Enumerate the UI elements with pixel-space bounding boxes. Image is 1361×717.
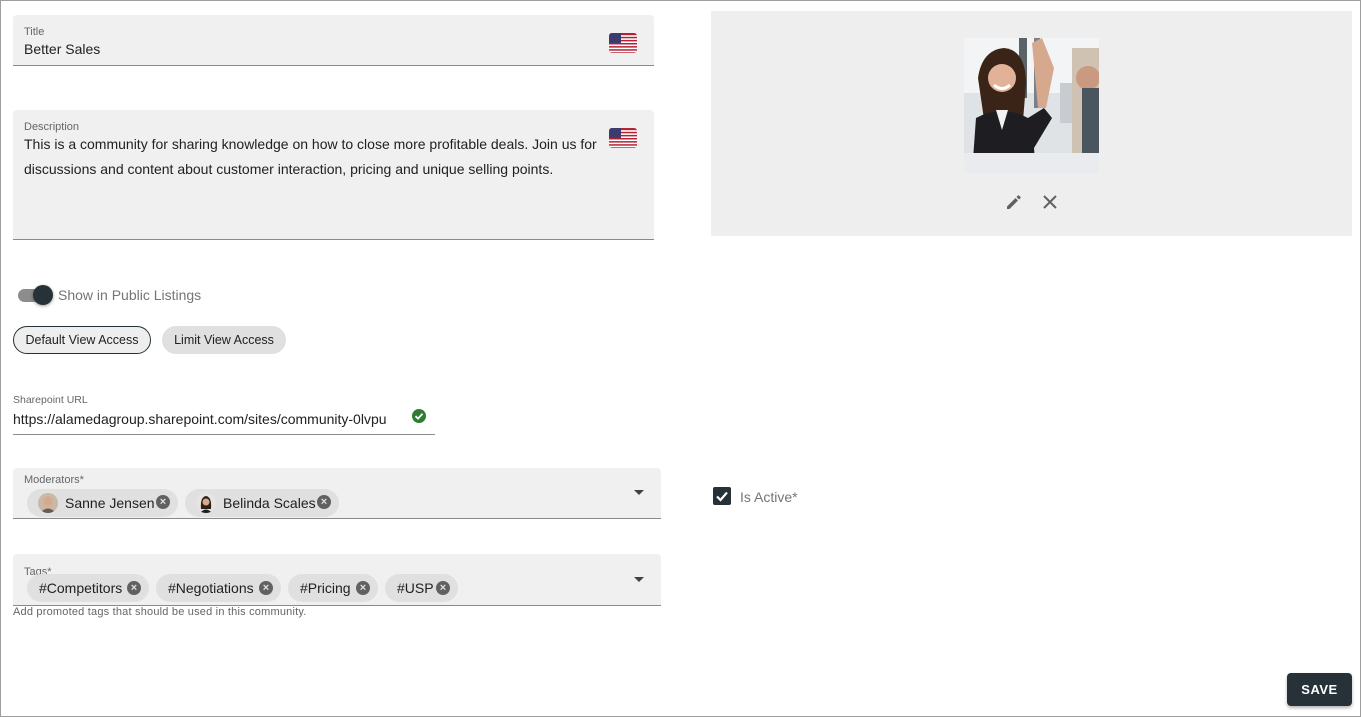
moderators-label: Moderators* <box>24 474 84 486</box>
limit-view-access-button[interactable]: Limit View Access <box>162 326 286 354</box>
description-field[interactable]: Description This is a community for shar… <box>13 110 654 240</box>
title-field[interactable]: Title Better Sales <box>13 15 654 66</box>
tag-label: #USP <box>397 580 434 596</box>
sharepoint-url-input[interactable]: https://alamedagroup.sharepoint.com/site… <box>13 411 387 427</box>
tags-helper-text: Add promoted tags that should be used in… <box>13 606 307 618</box>
remove-chip-icon[interactable]: × <box>156 495 170 509</box>
us-flag-icon[interactable] <box>609 128 637 148</box>
remove-chip-icon[interactable]: × <box>356 581 370 595</box>
default-view-access-button[interactable]: Default View Access <box>13 326 151 354</box>
tag-label: #Negotiations <box>168 580 254 596</box>
community-image <box>964 38 1099 173</box>
tag-label: #Pricing <box>300 580 351 596</box>
close-icon[interactable] <box>1038 190 1062 214</box>
is-active-checkbox[interactable] <box>713 487 731 505</box>
remove-chip-icon[interactable]: × <box>317 495 331 509</box>
us-flag-icon[interactable] <box>609 33 637 53</box>
toggle-knob[interactable] <box>33 285 53 305</box>
pencil-icon[interactable] <box>1002 190 1026 214</box>
chevron-down-icon[interactable] <box>634 577 644 582</box>
remove-chip-icon[interactable]: × <box>127 581 141 595</box>
description-value[interactable]: This is a community for sharing knowledg… <box>24 132 604 182</box>
remove-chip-icon[interactable]: × <box>436 581 450 595</box>
sharepoint-label: Sharepoint URL <box>13 394 88 406</box>
tag-chip[interactable]: #Pricing × <box>288 574 378 602</box>
remove-chip-icon[interactable]: × <box>259 581 273 595</box>
tag-label: #Competitors <box>39 580 123 596</box>
avatar <box>38 493 58 513</box>
title-value[interactable]: Better Sales <box>24 41 100 57</box>
tag-chip[interactable]: #Competitors × <box>27 574 149 602</box>
moderator-chip[interactable]: Belinda Scales × <box>185 489 339 517</box>
save-button[interactable]: SAVE <box>1287 673 1352 706</box>
moderator-chip[interactable]: Sanne Jensen × <box>27 489 178 517</box>
moderator-name: Sanne Jensen <box>65 495 155 511</box>
is-active-label: Is Active* <box>740 489 798 505</box>
title-label: Title <box>24 26 45 38</box>
sharepoint-underline <box>13 434 435 435</box>
tag-chip[interactable]: #Negotiations × <box>156 574 281 602</box>
tag-chip[interactable]: #USP × <box>385 574 458 602</box>
moderator-name: Belinda Scales <box>223 495 316 511</box>
public-listing-label: Show in Public Listings <box>58 287 202 303</box>
check-circle-icon <box>412 409 426 423</box>
avatar <box>196 493 216 513</box>
chevron-down-icon[interactable] <box>634 490 644 495</box>
